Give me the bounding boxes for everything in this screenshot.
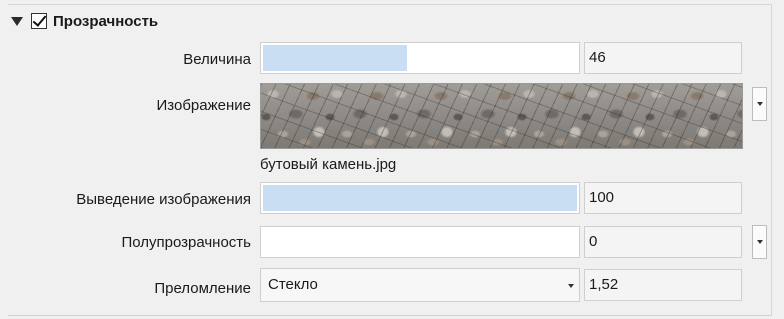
image-label: Изображение [156,97,252,114]
image-fade-slider[interactable] [260,182,580,214]
refraction-material-select[interactable]: Стекло [260,268,580,302]
amount-value-field[interactable]: 46 [584,42,742,74]
amount-slider-fill [263,45,407,71]
refraction-label: Преломление [154,280,251,297]
translucency-value-field[interactable]: 0 [584,226,742,258]
bottom-divider [8,315,771,316]
transparency-panel: Прозрачность Величина 46 Изображение бут… [0,0,784,319]
image-fade-value-field[interactable]: 100 [584,182,742,214]
right-divider [771,4,772,316]
image-dropdown-button[interactable] [752,87,767,121]
transparency-enabled-checkbox[interactable] [31,12,47,29]
amount-label: Величина [183,51,251,68]
chevron-down-icon [757,102,763,106]
image-filename: бутовый камень.jpg [260,156,397,173]
refraction-value-field[interactable]: 1,52 [584,269,742,301]
refraction-selected-value: Стекло [268,276,318,293]
translucency-slider[interactable] [260,226,580,258]
chevron-down-icon [568,284,574,288]
section-header: Прозрачность [11,9,158,33]
image-fade-slider-fill [263,185,577,211]
chevron-down-icon [757,240,763,244]
checkmark-icon [32,12,47,27]
section-title: Прозрачность [53,12,159,30]
stone-texture-thumbnail[interactable] [260,83,743,149]
top-divider [8,4,771,5]
image-fade-label: Выведение изображения [76,191,251,208]
translucency-label: Полупрозрачность [121,234,251,251]
amount-slider[interactable] [260,42,580,74]
collapse-triangle-icon[interactable] [11,16,23,26]
translucency-dropdown-button[interactable] [752,225,767,259]
